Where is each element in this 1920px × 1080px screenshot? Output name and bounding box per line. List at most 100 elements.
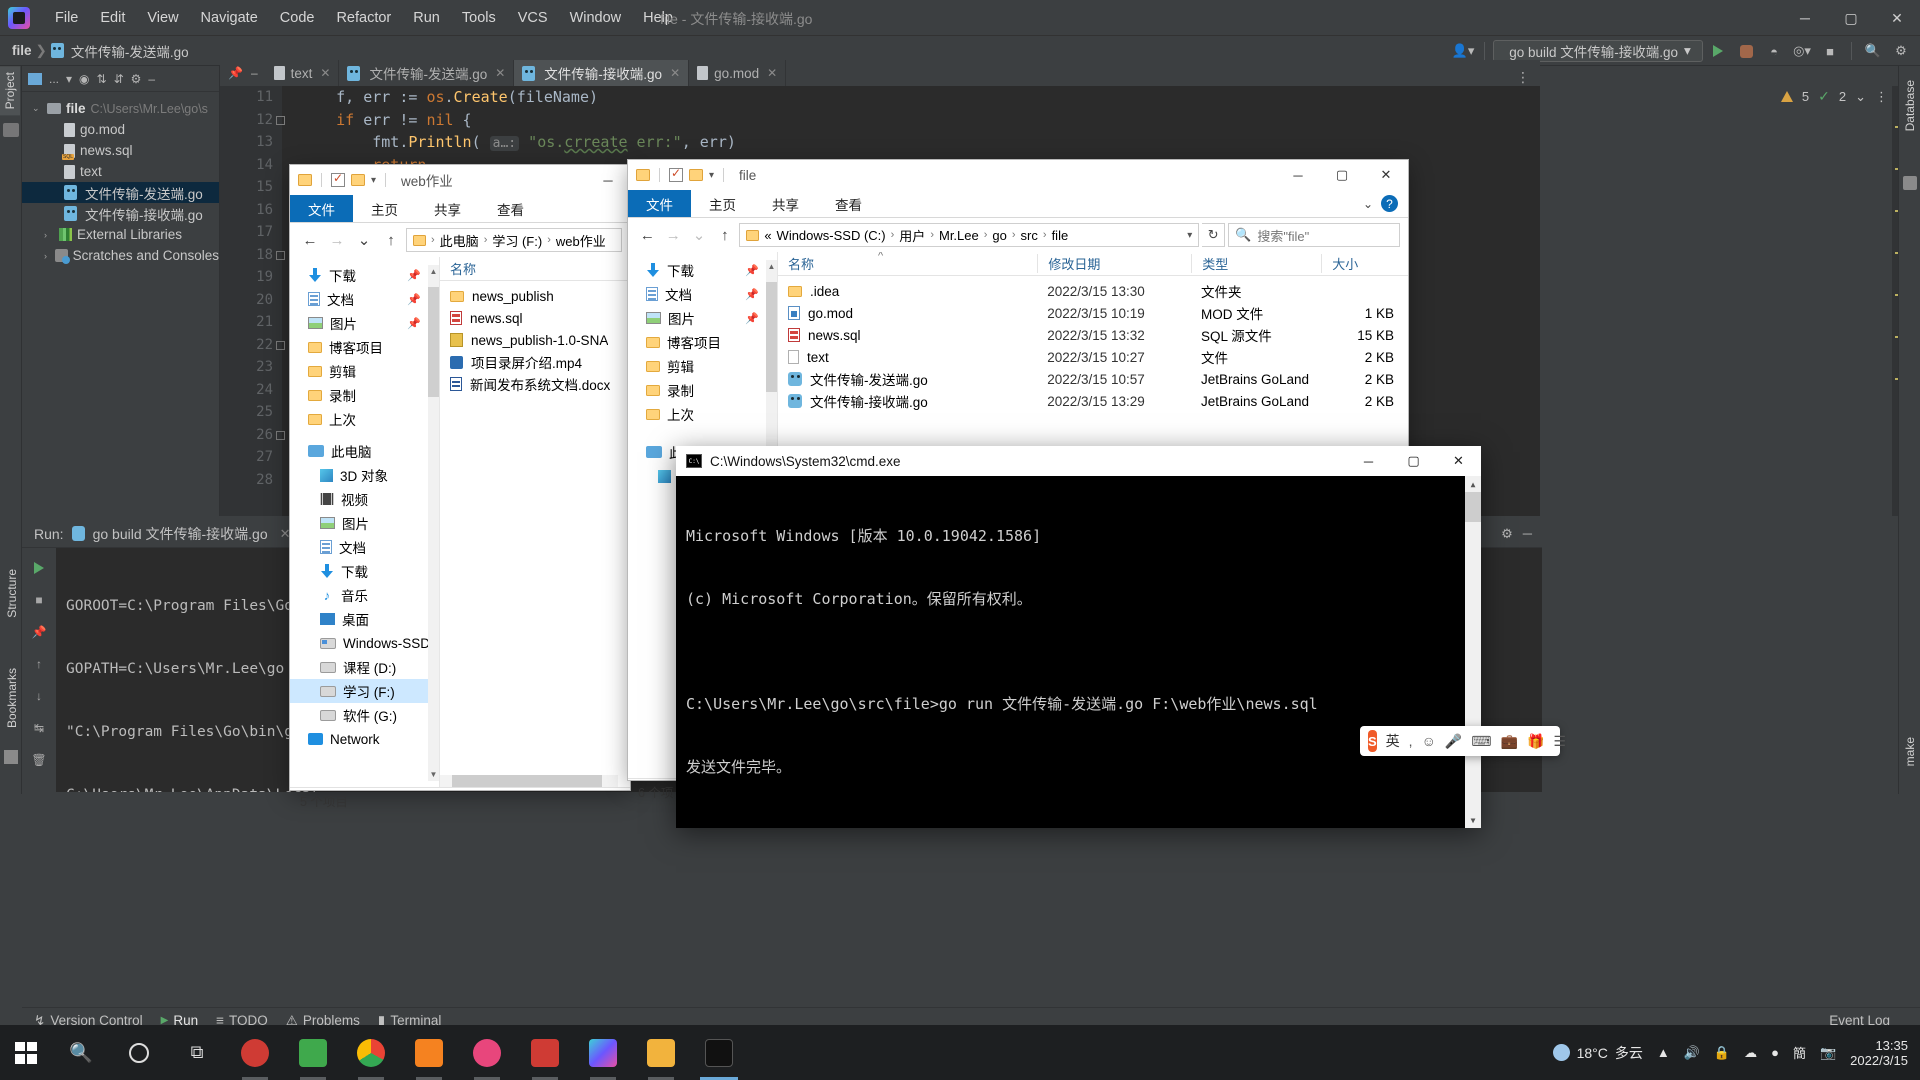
start-button[interactable]	[0, 1025, 52, 1080]
table-row[interactable]: go.mod 2022/3/15 10:19 MOD 文件 1 KB	[778, 302, 1408, 324]
cmd-console[interactable]: Microsoft Windows [版本 10.0.19042.1586] (…	[676, 476, 1481, 828]
folder-icon[interactable]	[298, 174, 312, 186]
close-icon[interactable]: ✕	[320, 66, 330, 80]
rerun-icon[interactable]	[26, 556, 52, 580]
pin-icon[interactable]: 📌	[745, 264, 759, 277]
volume-icon[interactable]: 🔊	[1684, 1045, 1700, 1061]
sidebar-item-project[interactable]: Project	[0, 66, 20, 116]
explorer1-title-bar[interactable]: ▾ web作业 ─	[290, 165, 630, 195]
address-crumb[interactable]: go	[992, 228, 1006, 243]
scroll-up-icon[interactable]: ▲	[1465, 476, 1481, 492]
sidebar-item-drive-g[interactable]: 软件 (G:)	[290, 703, 439, 727]
list-item[interactable]: news_publish	[440, 285, 630, 307]
sidebar-item-bookmarks[interactable]: Bookmarks	[2, 662, 22, 734]
up-icon[interactable]: ↑	[26, 652, 52, 676]
address-crumb[interactable]: Windows-SSD (C:)	[777, 228, 886, 243]
properties-icon[interactable]	[669, 166, 683, 182]
explorer1-column-header[interactable]: 名称	[440, 257, 630, 281]
gift-icon[interactable]: 🎁	[1527, 733, 1544, 750]
more-icon[interactable]: ⋮	[1875, 89, 1888, 105]
ribbon-tab-home[interactable]: 主页	[353, 195, 416, 222]
address-crumb[interactable]: Mr.Lee	[939, 228, 979, 243]
keyboard-icon[interactable]: ⌨	[1471, 733, 1491, 750]
column-date[interactable]: 修改日期	[1037, 254, 1191, 273]
table-row[interactable]: .idea 2022/3/15 13:30 文件夹	[778, 280, 1408, 302]
sidebar-scrollbar[interactable]: ▲ ▼	[428, 265, 439, 781]
sidebar-item-windows-ssd[interactable]: Windows-SSD (	[290, 631, 439, 655]
address-crumb[interactable]: 学习 (F:)	[492, 231, 542, 250]
explorer2-minimize-button[interactable]: ─	[1276, 160, 1320, 190]
recent-locations-button[interactable]: ⌄	[352, 228, 376, 252]
tree-node-sender-go[interactable]: 文件传输-发送端.go	[22, 182, 219, 203]
notifications-icon[interactable]	[1903, 176, 1917, 190]
hide-icon[interactable]: –	[148, 72, 155, 86]
taskbar-item-cmd[interactable]	[690, 1025, 748, 1080]
close-icon[interactable]: ✕	[280, 526, 291, 542]
chevron-up-icon[interactable]: ▲	[1657, 1045, 1670, 1060]
stop-icon[interactable]: ■	[1817, 38, 1843, 64]
menu-window[interactable]: Window	[559, 6, 633, 30]
close-icon[interactable]: ✕	[670, 66, 680, 80]
horizontal-scrollbar[interactable]	[440, 775, 618, 787]
breadcrumb-file[interactable]: 文件传输-发送端.go	[71, 41, 189, 61]
sidebar-item-structure[interactable]: Structure	[2, 563, 22, 624]
explorer2-column-header[interactable]: 名称 ^ 修改日期 类型 大小	[778, 252, 1408, 276]
forward-button[interactable]: →	[325, 228, 349, 252]
taskbar-item-chrome[interactable]	[342, 1025, 400, 1080]
tree-node-gomod[interactable]: go.mod	[22, 119, 219, 140]
forward-button[interactable]: →	[662, 223, 685, 247]
scroll-up-icon[interactable]: ▲	[766, 260, 777, 273]
menu-vcs[interactable]: VCS	[507, 6, 559, 30]
hide-icon[interactable]: –	[251, 66, 258, 80]
pin-icon[interactable]: 📌	[407, 293, 421, 306]
search-icon[interactable]: 🔍	[1860, 38, 1886, 64]
cmd-title-bar[interactable]: C:\ C:\Windows\System32\cmd.exe ─ ▢ ✕	[676, 446, 1481, 476]
menu-file[interactable]: File	[44, 6, 89, 30]
list-item[interactable]: 项目录屏介绍.mp4	[440, 351, 630, 373]
scrollbar-thumb[interactable]	[428, 287, 439, 397]
weather-widget[interactable]: 18°C 多云	[1552, 1043, 1643, 1063]
column-name[interactable]: 名称 ^	[778, 252, 1037, 273]
sidebar-item-recordings[interactable]: 录制	[290, 383, 439, 407]
explorer2-maximize-button[interactable]: ▢	[1320, 160, 1364, 190]
chevron-down-icon[interactable]: ▾	[66, 72, 72, 86]
collapse-all-icon[interactable]: ⇵	[114, 72, 124, 86]
run-configuration-selector[interactable]: go build 文件传输-接收端.go ▾	[1493, 40, 1703, 62]
column-size[interactable]: 大小	[1321, 254, 1408, 273]
run-panel-config[interactable]: go build 文件传输-接收端.go	[93, 524, 268, 544]
pin-icon[interactable]: 📌	[228, 66, 243, 80]
chevron-right-icon[interactable]: ›	[44, 251, 50, 261]
explorer-window-webzuoye[interactable]: ▾ web作业 ─ 文件 主页 共享 查看 ← → ⌄ ↑ › 此电脑 › 学习…	[290, 165, 630, 809]
soft-wrap-icon[interactable]: ↹	[26, 716, 52, 740]
trash-icon[interactable]: 🗑	[26, 748, 52, 772]
tab-sender-go[interactable]: 文件传输-发送端.go ✕	[339, 60, 515, 86]
sidebar-item-drive-f[interactable]: 学习 (F:)	[290, 679, 439, 703]
chevron-down-icon[interactable]: ⌄	[1855, 89, 1866, 105]
settings-icon[interactable]: ⚙	[131, 72, 142, 86]
ribbon-tab-share[interactable]: 共享	[754, 190, 817, 217]
sidebar-item-recordings[interactable]: 录制	[628, 378, 777, 402]
sidebar-item-blog[interactable]: 博客项目	[290, 335, 439, 359]
expand-all-icon[interactable]: ⇅	[97, 72, 107, 86]
explorer1-sidebar[interactable]: 下载 📌 文档 📌 图片 📌 博客项目 剪辑 录制 上次 此电脑 3D 对象 视频 图…	[290, 257, 440, 787]
column-name[interactable]: 名称	[440, 259, 630, 278]
tree-node-receiver-go[interactable]: 文件传输-接收端.go	[22, 203, 219, 224]
project-select-icon[interactable]	[28, 72, 42, 85]
ribbon-tab-view[interactable]: 查看	[817, 190, 880, 217]
address-crumb[interactable]: web作业	[556, 231, 606, 250]
explorer1-address-bar[interactable]: › 此电脑 › 学习 (F:) › web作业	[406, 228, 622, 252]
explorer2-search-box[interactable]: 🔍 搜索"file"	[1228, 223, 1401, 247]
taskbar-item-goland[interactable]	[574, 1025, 632, 1080]
sidebar-item-downloads-2[interactable]: 下载	[290, 559, 439, 583]
sidebar-item-documents-2[interactable]: 文档	[290, 535, 439, 559]
emoji-icon[interactable]: ☺	[1422, 733, 1436, 749]
tree-node-newssql[interactable]: news.sql	[22, 140, 219, 161]
address-crumb[interactable]: 此电脑	[440, 231, 479, 250]
ide-close-button[interactable]: ✕	[1874, 0, 1920, 36]
settings-icon[interactable]: ⚙	[1888, 38, 1914, 64]
explorer2-close-button[interactable]: ✕	[1364, 160, 1408, 190]
menu-icon[interactable]: ☰	[1553, 733, 1566, 750]
address-overflow[interactable]: «	[764, 228, 771, 243]
sidebar-item-downloads[interactable]: 下载 📌	[628, 258, 777, 282]
tab-text[interactable]: text ✕	[266, 60, 340, 86]
